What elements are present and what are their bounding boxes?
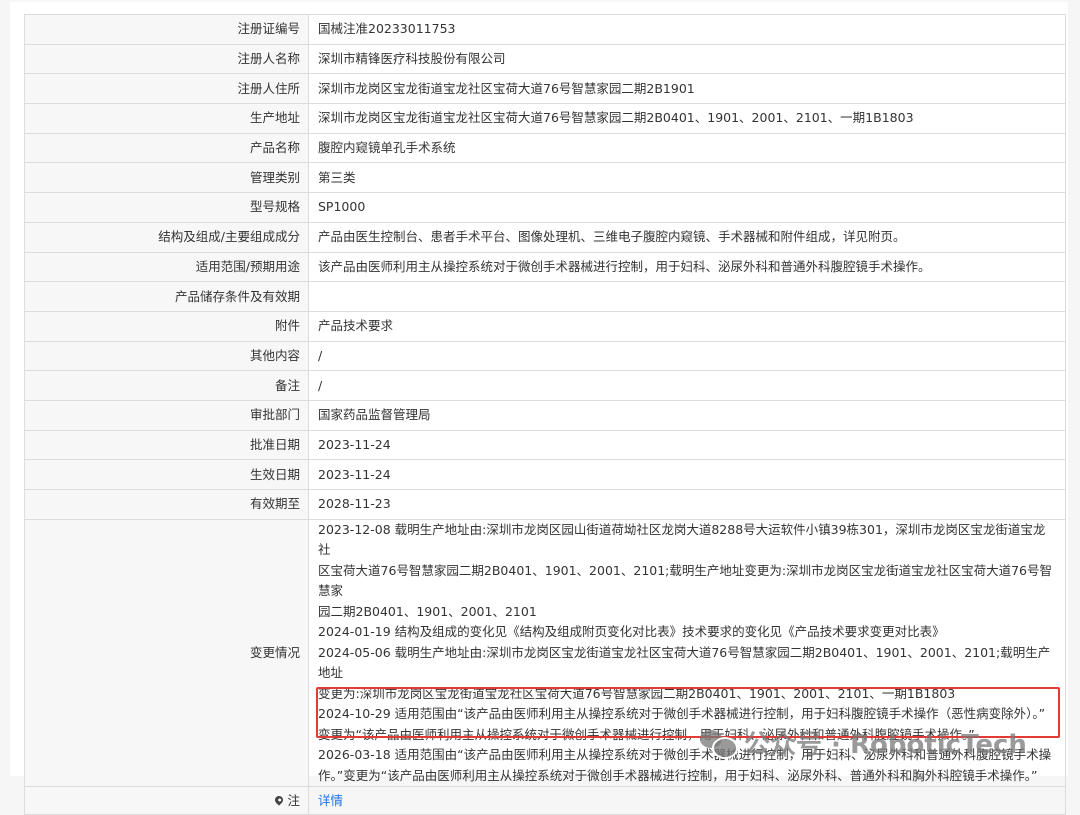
change-line: 变更为“该产品由医师利用主从操控系统对于微创手术器械进行控制，用于妇科、泌尿外科… xyxy=(318,726,975,742)
change-line: 2024-01-19 结构及组成的变化见《结构及组成附页变化对比表》技术要求的变… xyxy=(318,624,945,640)
field-value: 产品技术要求 xyxy=(308,310,1066,342)
table-row-changes: 变更情况 2023-12-08 载明生产地址由:深圳市龙岗区园山街道荷坳社区龙岗… xyxy=(24,518,1066,788)
table-row: 产品名称 腹腔内窥镜单孔手术系统 xyxy=(24,132,1066,164)
field-label: 生效日期 xyxy=(24,459,309,490)
field-label: 适用范围/预期用途 xyxy=(24,251,309,283)
field-value: / xyxy=(308,340,1066,372)
field-label: 注册证编号 xyxy=(24,14,309,45)
table-row: 产品储存条件及有效期 xyxy=(24,281,1066,312)
field-value: / xyxy=(308,370,1066,401)
field-label: 注册人名称 xyxy=(24,43,309,75)
field-value: 深圳市龙岗区宝龙街道宝龙社区宝荷大道76号智慧家园二期2B1901 xyxy=(308,73,1066,105)
field-value: 国械注准20233011753 xyxy=(308,14,1066,45)
change-line: 园二期2B0401、1901、2001、2101 xyxy=(318,603,537,619)
field-label: 审批部门 xyxy=(24,399,309,431)
field-value: 国家药品监督管理局 xyxy=(308,399,1066,431)
field-value: 深圳市龙岗区宝龙街道宝龙社区宝荷大道76号智慧家园二期2B0401、1901、2… xyxy=(308,103,1066,134)
change-line: 区宝荷大道76号智慧家园二期2B0401、1901、2001、2101;载明生产… xyxy=(318,562,1053,599)
table-row: 备注 / xyxy=(24,370,1066,401)
field-label: 产品储存条件及有效期 xyxy=(24,281,309,312)
change-line: 2024-05-06 载明生产地址由:深圳市龙岗区宝龙街道宝龙社区宝荷大道76号… xyxy=(318,644,1051,681)
change-line: 作。”变更为“该产品由医师利用主从操控系统对于微创手术器械进行控制，用于妇科、泌… xyxy=(318,767,1038,783)
change-line: 变更为:深圳市龙岗区宝龙街道宝龙社区宝荷大道76号智慧家园二期2B0401、19… xyxy=(318,685,956,701)
table-row-note: 注 详情 xyxy=(24,786,1066,815)
field-label: 结构及组成/主要组成成分 xyxy=(24,221,309,253)
field-value: 2028-11-23 xyxy=(308,489,1066,520)
change-line: 2024-10-29 适用范围由“该产品由医师利用主从操控系统对于微创手术器械进… xyxy=(318,706,1046,722)
field-value: 第三类 xyxy=(308,162,1066,194)
table-row: 结构及组成/主要组成成分 产品由医生控制台、患者手术平台、图像处理机、三维电子腹… xyxy=(24,221,1066,253)
table-row: 审批部门 国家药品监督管理局 xyxy=(24,399,1066,431)
table-row: 注册人住所 深圳市龙岗区宝龙街道宝龙社区宝荷大道76号智慧家园二期2B1901 xyxy=(24,73,1066,105)
table-row: 注册人名称 深圳市精锋医疗科技股份有限公司 xyxy=(24,43,1066,75)
change-line: 2023-12-08 载明生产地址由:深圳市龙岗区园山街道荷坳社区龙岗大道828… xyxy=(318,521,1046,558)
field-label: 有效期至 xyxy=(24,489,309,520)
note-value-cell: 详情 xyxy=(308,786,1066,815)
field-label: 附件 xyxy=(24,310,309,342)
table-row: 有效期至 2028-11-23 xyxy=(24,489,1066,520)
registration-table: 注册证编号 国械注准20233011753 注册人名称 深圳市精锋医疗科技股份有… xyxy=(24,14,1066,815)
location-pin-icon xyxy=(273,794,286,806)
field-value: SP1000 xyxy=(308,192,1066,223)
table-row: 生产地址 深圳市龙岗区宝龙街道宝龙社区宝荷大道76号智慧家园二期2B0401、1… xyxy=(24,103,1066,134)
table-row: 批准日期 2023-11-24 xyxy=(24,429,1066,461)
table-row: 生效日期 2023-11-24 xyxy=(24,459,1066,490)
change-line: 2026-03-18 适用范围由“该产品由医师利用主从操控系统对于微创手术器械进… xyxy=(318,747,1052,763)
field-label: 型号规格 xyxy=(24,192,309,223)
field-label: 注册人住所 xyxy=(24,73,309,105)
field-value: 深圳市精锋医疗科技股份有限公司 xyxy=(308,43,1066,75)
table-row: 型号规格 SP1000 xyxy=(24,192,1066,223)
field-value: 腹腔内窥镜单孔手术系统 xyxy=(308,132,1066,164)
table-row: 附件 产品技术要求 xyxy=(24,310,1066,342)
field-value: 2023-11-24 xyxy=(308,459,1066,490)
field-value: 2023-11-24 xyxy=(308,429,1066,461)
field-value: 产品由医生控制台、患者手术平台、图像处理机、三维电子腹腔内窥镜、手术器械和附件组… xyxy=(308,221,1066,253)
changes-history: 2023-12-08 载明生产地址由:深圳市龙岗区园山街道荷坳社区龙岗大道828… xyxy=(308,518,1066,788)
field-label: 批准日期 xyxy=(24,429,309,461)
field-label: 产品名称 xyxy=(24,132,309,164)
field-label: 备注 xyxy=(24,370,309,401)
table-row: 注册证编号 国械注准20233011753 xyxy=(24,14,1066,45)
field-value xyxy=(308,281,1066,312)
note-label: 注 xyxy=(287,792,300,808)
note-label-cell: 注 xyxy=(24,786,309,815)
field-label: 其他内容 xyxy=(24,340,309,372)
table-row: 其他内容 / xyxy=(24,340,1066,372)
changes-label: 变更情况 xyxy=(24,518,309,788)
table-row: 适用范围/预期用途 该产品由医师利用主从操控系统对于微创手术器械进行控制，用于妇… xyxy=(24,251,1066,283)
field-label: 管理类别 xyxy=(24,162,309,194)
detail-link[interactable]: 详情 xyxy=(318,793,343,808)
registration-sheet: 注册证编号 国械注准20233011753 注册人名称 深圳市精锋医疗科技股份有… xyxy=(10,2,1068,815)
table-row: 管理类别 第三类 xyxy=(24,162,1066,194)
field-value: 该产品由医师利用主从操控系统对于微创手术器械进行控制，用于妇科、泌尿外科和普通外… xyxy=(308,251,1066,283)
field-label: 生产地址 xyxy=(24,103,309,134)
